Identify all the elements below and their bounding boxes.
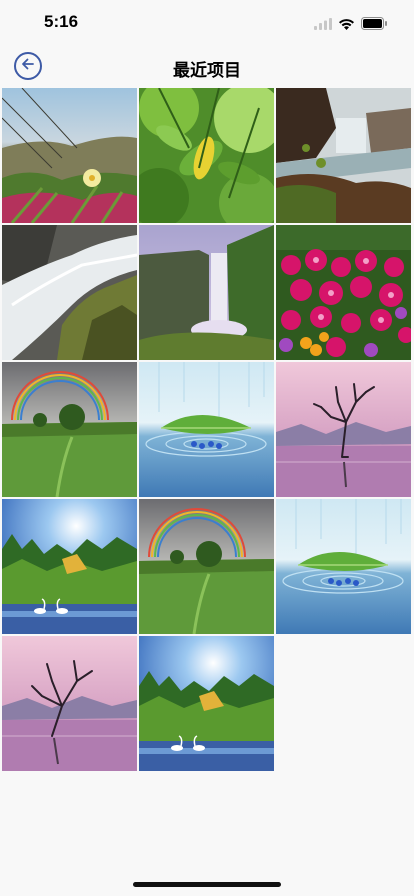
photo-thumbnail[interactable] <box>139 499 274 634</box>
nav-bar: 最近项目 <box>0 44 414 88</box>
photo-thumbnail[interactable] <box>2 88 137 223</box>
status-bar: 5:16 <box>0 0 414 44</box>
photo-thumbnail[interactable] <box>139 362 274 497</box>
photo-thumbnail[interactable] <box>2 499 137 634</box>
photo-thumbnail[interactable] <box>2 636 137 771</box>
photo-thumbnail[interactable] <box>276 362 411 497</box>
page-title: 最近项目 <box>173 61 241 81</box>
photo-thumbnail[interactable] <box>276 225 411 360</box>
signal-icon <box>314 15 332 34</box>
battery-icon <box>361 15 388 34</box>
status-time: 5:16 <box>44 12 79 31</box>
photo-thumbnail[interactable] <box>139 636 274 771</box>
photo-thumbnail[interactable] <box>276 499 411 634</box>
photo-thumbnail[interactable] <box>139 225 274 360</box>
photo-thumbnail[interactable] <box>139 88 274 223</box>
home-indicator[interactable] <box>133 882 281 887</box>
photo-grid <box>2 88 412 771</box>
photo-thumbnail[interactable] <box>276 88 411 223</box>
photo-thumbnail[interactable] <box>2 362 137 497</box>
wifi-icon <box>338 15 355 34</box>
status-icons <box>314 15 388 34</box>
photo-thumbnail[interactable] <box>2 225 137 360</box>
